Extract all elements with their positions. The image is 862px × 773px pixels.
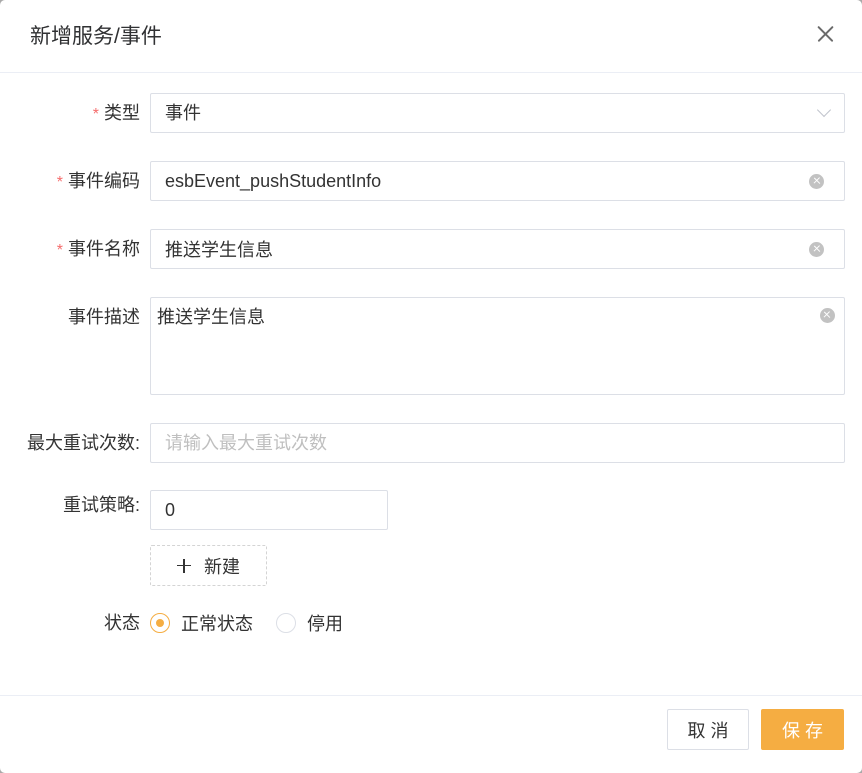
- chevron-down-icon: [816, 102, 832, 118]
- status-radio-normal[interactable]: 正常状态: [150, 610, 253, 636]
- add-strategy-button[interactable]: 新建: [150, 545, 267, 586]
- plus-icon: [177, 558, 191, 573]
- max-retries-label-text: 最大重试次数:: [26, 433, 140, 453]
- retry-strategy-input[interactable]: [150, 490, 388, 530]
- add-strategy-button-label: 新建: [204, 556, 240, 577]
- event-description-label-text: 事件描述: [68, 307, 140, 327]
- max-retries-label: 最大重试次数:: [0, 423, 140, 463]
- required-mark: *: [92, 106, 99, 123]
- event-code-label: * 事件编码: [0, 161, 140, 201]
- event-description-textarea[interactable]: 推送学生信息: [150, 297, 845, 395]
- radio-label[interactable]: 停用: [307, 610, 343, 636]
- retry-strategy-label: 重试策略:: [0, 485, 140, 525]
- retry-strategy-field: [150, 490, 388, 530]
- dialog: 新增服务/事件 * 类型 事件 * 事件编码 * 事件名称 事件描述 推送学生信息 最…: [0, 0, 862, 773]
- status-label-text: 状态: [104, 613, 140, 633]
- status-radio-group: 正常状态 停用: [150, 603, 366, 643]
- required-mark: *: [56, 174, 63, 191]
- dialog-header: 新增服务/事件: [0, 0, 862, 73]
- event-name-label: * 事件名称: [0, 229, 140, 269]
- event-name-input[interactable]: [150, 229, 845, 269]
- type-label: * 类型: [0, 93, 140, 133]
- status-radio-disabled[interactable]: 停用: [276, 610, 343, 636]
- event-description-field: 推送学生信息: [150, 297, 845, 395]
- footer-divider: [0, 695, 862, 696]
- type-select[interactable]: 事件: [150, 93, 845, 133]
- event-name-label-text: 事件名称: [68, 239, 140, 259]
- clear-icon[interactable]: [819, 307, 835, 323]
- save-button[interactable]: 保 存: [761, 709, 844, 750]
- radio-button[interactable]: [150, 613, 170, 633]
- required-mark: *: [56, 242, 63, 259]
- event-description-label: 事件描述: [0, 297, 140, 337]
- radio-button[interactable]: [276, 613, 296, 633]
- clear-icon[interactable]: [809, 173, 824, 189]
- radio-label[interactable]: 正常状态: [181, 610, 253, 636]
- event-name-field: [150, 229, 845, 269]
- dialog-title: 新增服务/事件: [30, 25, 162, 48]
- clear-icon[interactable]: [809, 241, 824, 257]
- event-code-input[interactable]: [150, 161, 845, 201]
- close-icon[interactable]: [813, 22, 837, 46]
- max-retries-input[interactable]: [150, 423, 845, 463]
- type-select-value: 事件: [165, 103, 201, 123]
- status-label: 状态: [0, 603, 140, 643]
- event-code-label-text: 事件编码: [68, 171, 140, 191]
- max-retries-field: [150, 423, 845, 463]
- retry-strategy-label-text: 重试策略:: [62, 495, 140, 515]
- cancel-button[interactable]: 取 消: [667, 709, 749, 750]
- type-label-text: 类型: [104, 103, 140, 123]
- event-code-field: [150, 161, 845, 201]
